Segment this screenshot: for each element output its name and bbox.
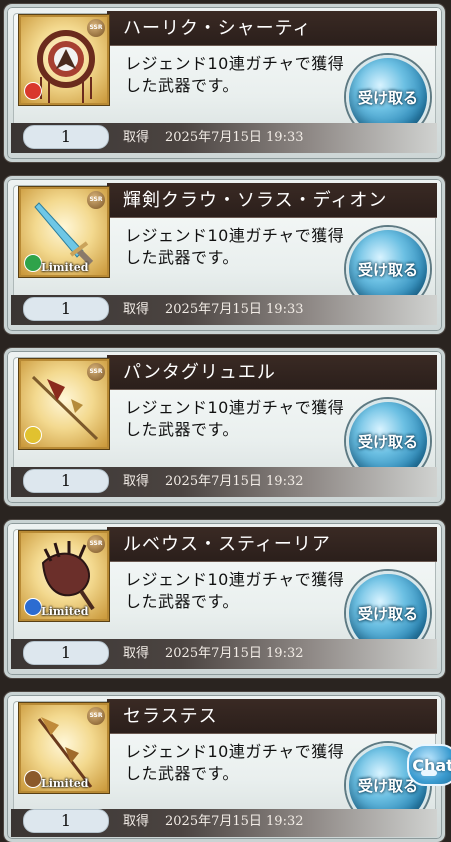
gift-item-card: セラステス SSR Limited レジェンド10連ガチャで獲得した武器です。 … bbox=[4, 692, 445, 842]
limited-label: Limited bbox=[41, 777, 89, 790]
acquired-date: 2025年7月15日 19:32 bbox=[165, 814, 304, 829]
acquired-label: 取得 bbox=[123, 814, 150, 829]
item-name: 輝剣クラウ・ソラス・ディオン bbox=[123, 190, 388, 211]
acquired-label: 取得 bbox=[123, 302, 150, 317]
light-element-icon bbox=[24, 426, 42, 444]
weapon-thumbnail[interactable]: SSR Limited bbox=[19, 703, 109, 793]
gift-item-card: ルベウス・スティーリア SSR Limited レジェンド10連ガチャで獲得した… bbox=[4, 520, 445, 678]
weapon-thumbnail[interactable]: SSR bbox=[19, 15, 109, 105]
earth-element-icon bbox=[24, 770, 42, 788]
acquired-date: 2025年7月15日 19:32 bbox=[165, 646, 304, 661]
item-quantity: 1 bbox=[23, 297, 109, 321]
gift-item-card: ハーリク・シャーティ SSR レジェンド10連ガチャで獲得した武器です。 受け取… bbox=[4, 4, 445, 162]
item-description: レジェンド10連ガチャで獲得した武器です。 bbox=[125, 54, 345, 95]
limited-label: Limited bbox=[41, 605, 89, 618]
item-name: ルベウス・スティーリア bbox=[123, 534, 331, 555]
gift-item-card: パンタグリュエル SSR レジェンド10連ガチャで獲得した武器です。 受け取る … bbox=[4, 348, 445, 506]
item-description: レジェンド10連ガチャで獲得した武器です。 bbox=[125, 226, 345, 267]
acquired-label: 取得 bbox=[123, 646, 150, 661]
limited-label: Limited bbox=[41, 261, 89, 274]
chat-button[interactable]: Chat bbox=[407, 744, 451, 786]
ssr-rarity-badge: SSR bbox=[87, 707, 105, 725]
acquired-date: 2025年7月15日 19:33 bbox=[165, 130, 304, 145]
item-description: レジェンド10連ガチャで獲得した武器です。 bbox=[125, 742, 345, 783]
chat-bubble-icon bbox=[421, 770, 437, 776]
wind-element-icon bbox=[24, 254, 42, 272]
ssr-rarity-badge: SSR bbox=[87, 191, 105, 209]
weapon-thumbnail[interactable]: SSR Limited bbox=[19, 531, 109, 621]
item-description: レジェンド10連ガチャで獲得した武器です。 bbox=[125, 398, 345, 439]
item-quantity: 1 bbox=[23, 469, 109, 493]
fire-element-icon bbox=[24, 82, 42, 100]
ssr-rarity-badge: SSR bbox=[87, 363, 105, 381]
ssr-rarity-badge: SSR bbox=[87, 19, 105, 37]
item-name: パンタグリュエル bbox=[123, 362, 276, 383]
ssr-rarity-badge: SSR bbox=[87, 535, 105, 553]
item-name: セラステス bbox=[123, 706, 218, 727]
acquired-label: 取得 bbox=[123, 474, 150, 489]
acquired-date: 2025年7月15日 19:33 bbox=[165, 302, 304, 317]
weapon-thumbnail[interactable]: SSR bbox=[19, 359, 109, 449]
item-name: ハーリク・シャーティ bbox=[123, 18, 312, 39]
weapon-thumbnail[interactable]: SSR Limited bbox=[19, 187, 109, 277]
gift-item-card: 輝剣クラウ・ソラス・ディオン SSR Limited レジェンド10連ガチャで獲… bbox=[4, 176, 445, 334]
item-quantity: 1 bbox=[23, 641, 109, 665]
acquired-label: 取得 bbox=[123, 130, 150, 145]
item-quantity: 1 bbox=[23, 125, 109, 149]
item-description: レジェンド10連ガチャで獲得した武器です。 bbox=[125, 570, 345, 611]
item-quantity: 1 bbox=[23, 809, 109, 833]
water-element-icon bbox=[24, 598, 42, 616]
acquired-date: 2025年7月15日 19:32 bbox=[165, 474, 304, 489]
